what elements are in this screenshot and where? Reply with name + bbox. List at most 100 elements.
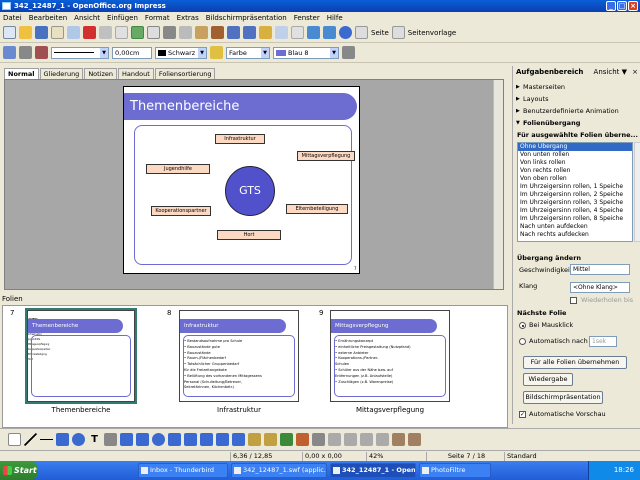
paste-icon[interactable] [195,26,208,39]
line-tool-icon[interactable] [24,433,37,446]
email-icon[interactable] [51,26,64,39]
format-paintbrush-icon[interactable] [211,26,224,39]
transition-list[interactable]: Ohne Übergang Von unten rollen Von links… [517,142,633,242]
seite-button[interactable]: Seite [371,29,389,37]
task-swf[interactable]: 342_12487_1.swf (applic... [231,463,327,478]
list-item[interactable]: Im Uhrzeigersinn rollen, 3 Speiche [518,199,632,207]
stars-icon[interactable] [232,433,245,446]
start-button[interactable]: Start [0,461,38,480]
list-item[interactable]: Von links rollen [518,159,632,167]
play-button[interactable]: Wiedergabe [523,373,573,386]
points-icon[interactable] [248,433,261,446]
page-icon[interactable] [355,26,368,39]
navigator-icon[interactable] [307,26,320,39]
menu-datei[interactable]: Datei [3,14,22,22]
box-elternbeteiligung[interactable]: Elternbeteiligung [286,204,348,214]
list-item[interactable]: Im Uhrzeigersinn rollen, 4 Speiche [518,207,632,215]
styles-icon[interactable] [3,46,16,59]
open-folder-icon[interactable] [19,26,32,39]
section-custom-animation[interactable]: ▶ Benutzerdefinierte Animation [513,106,640,116]
arrow-line-icon[interactable] [40,433,53,446]
line-style-select[interactable]: ▼ [51,46,109,59]
list-item[interactable]: Nach rechts aufdecken [518,231,632,239]
slide-sorter[interactable]: 7 Themenbereiche GTS Infrastruktur Jugen… [2,305,508,428]
new-document-icon[interactable] [3,26,16,39]
alignment-icon[interactable] [344,433,357,446]
task-thunderbird[interactable]: Inbox - Thunderbird [138,463,228,478]
slideshow-button[interactable]: Bildschirmpräsentation [523,391,603,404]
copy-icon[interactable] [179,26,192,39]
line-icon[interactable] [19,46,32,59]
box-infrastruktur[interactable]: Infrastruktur [215,134,265,144]
symbol-shapes-icon[interactable] [168,433,181,446]
auto-after-field[interactable]: 1sek [589,336,617,347]
menu-ansicht[interactable]: Ansicht [74,14,100,22]
list-item[interactable]: Im Uhrzeigersinn rollen, 2 Speiche [518,191,632,199]
menu-bearbeiten[interactable]: Bearbeiten [29,14,67,22]
area-icon[interactable] [210,46,223,59]
draw-functions-icon[interactable] [291,26,304,39]
tab-foliensortierung[interactable]: Foliensortierung [154,68,216,79]
task-photofiltre[interactable]: PhotoFiltre [419,463,491,478]
tab-handout[interactable]: Handout [118,68,154,79]
list-item[interactable]: Von rechts rollen [518,167,632,175]
help-icon[interactable] [339,26,352,39]
status-zoom[interactable]: 42% [366,452,426,461]
connector-icon[interactable] [120,433,133,446]
shadow-icon[interactable] [342,46,355,59]
save-icon[interactable] [35,26,48,39]
main-slide[interactable]: Themenbereiche GTS Infrastruktur Jugendh… [123,86,360,274]
box-hort[interactable]: Hort [217,230,281,240]
basic-shapes-icon[interactable] [152,433,165,446]
maximize-button[interactable]: □ [617,1,627,11]
list-item[interactable]: Von oben rollen [518,175,632,183]
slide-thumbnail-9[interactable]: Mittagsverpflegung • Ernährungskonzept •… [330,310,450,402]
line-width-field[interactable]: 0,00cm [112,46,152,59]
fill-color-select[interactable]: Blau 8 ▼ [273,46,339,59]
callouts-icon[interactable] [216,433,229,446]
auto-preview-checkbox[interactable]: ✓ [519,411,526,418]
glue-points-icon[interactable] [264,433,277,446]
rectangle-icon[interactable] [56,433,69,446]
tab-gliederung[interactable]: Gliederung [39,68,84,79]
spellcheck-icon[interactable] [131,26,144,39]
apply-all-slides-button[interactable]: Für alle Folien übernehmen [523,356,627,369]
text-tool-icon[interactable]: T [88,433,101,446]
block-arrows-icon[interactable] [184,433,197,446]
tab-normal[interactable]: Normal [4,68,39,79]
slide-thumbnail-8[interactable]: Infrastruktur • Bestandsaufnahme pro Sch… [179,310,299,402]
menu-einfuegen[interactable]: Einfügen [107,14,138,22]
autospellcheck-icon[interactable] [147,26,160,39]
menu-extras[interactable]: Extras [177,14,199,22]
fontwork-icon[interactable] [280,433,293,446]
table-icon[interactable] [275,26,288,39]
list-item[interactable]: Im Uhrzeigersinn rollen, 1 Speiche [518,183,632,191]
menu-fenster[interactable]: Fenster [294,14,320,22]
seitenvorlage-button[interactable]: Seitenvorlage [408,29,456,37]
list-item[interactable]: Nach unten aufdecken [518,223,632,231]
task-impress[interactable]: 342_12487_1 - Open... [330,463,416,478]
chart-icon[interactable] [259,26,272,39]
sound-select[interactable]: <Ohne Klang> [570,282,630,293]
task-pane-close-icon[interactable]: × [632,66,638,78]
select-arrow-icon[interactable] [8,433,21,446]
rotate-icon[interactable] [328,433,341,446]
zoom-icon[interactable] [323,26,336,39]
line-connector-icon[interactable] [136,433,149,446]
menu-bildschirmpraesentation[interactable]: Bildschirmpräsentation [206,14,287,22]
undo-icon[interactable] [227,26,240,39]
box-jugendhilfe[interactable]: Jugendhilfe [146,164,210,174]
task-pane-view-menu[interactable]: Ansicht ▼ [594,66,627,78]
slide-title[interactable]: Themenbereiche [124,93,357,120]
menu-hilfe[interactable]: Hilfe [327,14,343,22]
arrow-style-icon[interactable] [35,46,48,59]
line-color-select[interactable]: Schwarz ▼ [155,46,207,59]
page-preview-icon[interactable] [115,26,128,39]
vertical-scrollbar[interactable] [493,80,503,289]
close-button[interactable]: × [628,1,638,11]
master-page-icon[interactable] [391,26,405,39]
cut-icon[interactable] [163,26,176,39]
section-layouts[interactable]: ▶ Layouts [513,94,640,104]
arrange-icon[interactable] [360,433,373,446]
transition-list-scrollbar[interactable] [634,142,640,242]
